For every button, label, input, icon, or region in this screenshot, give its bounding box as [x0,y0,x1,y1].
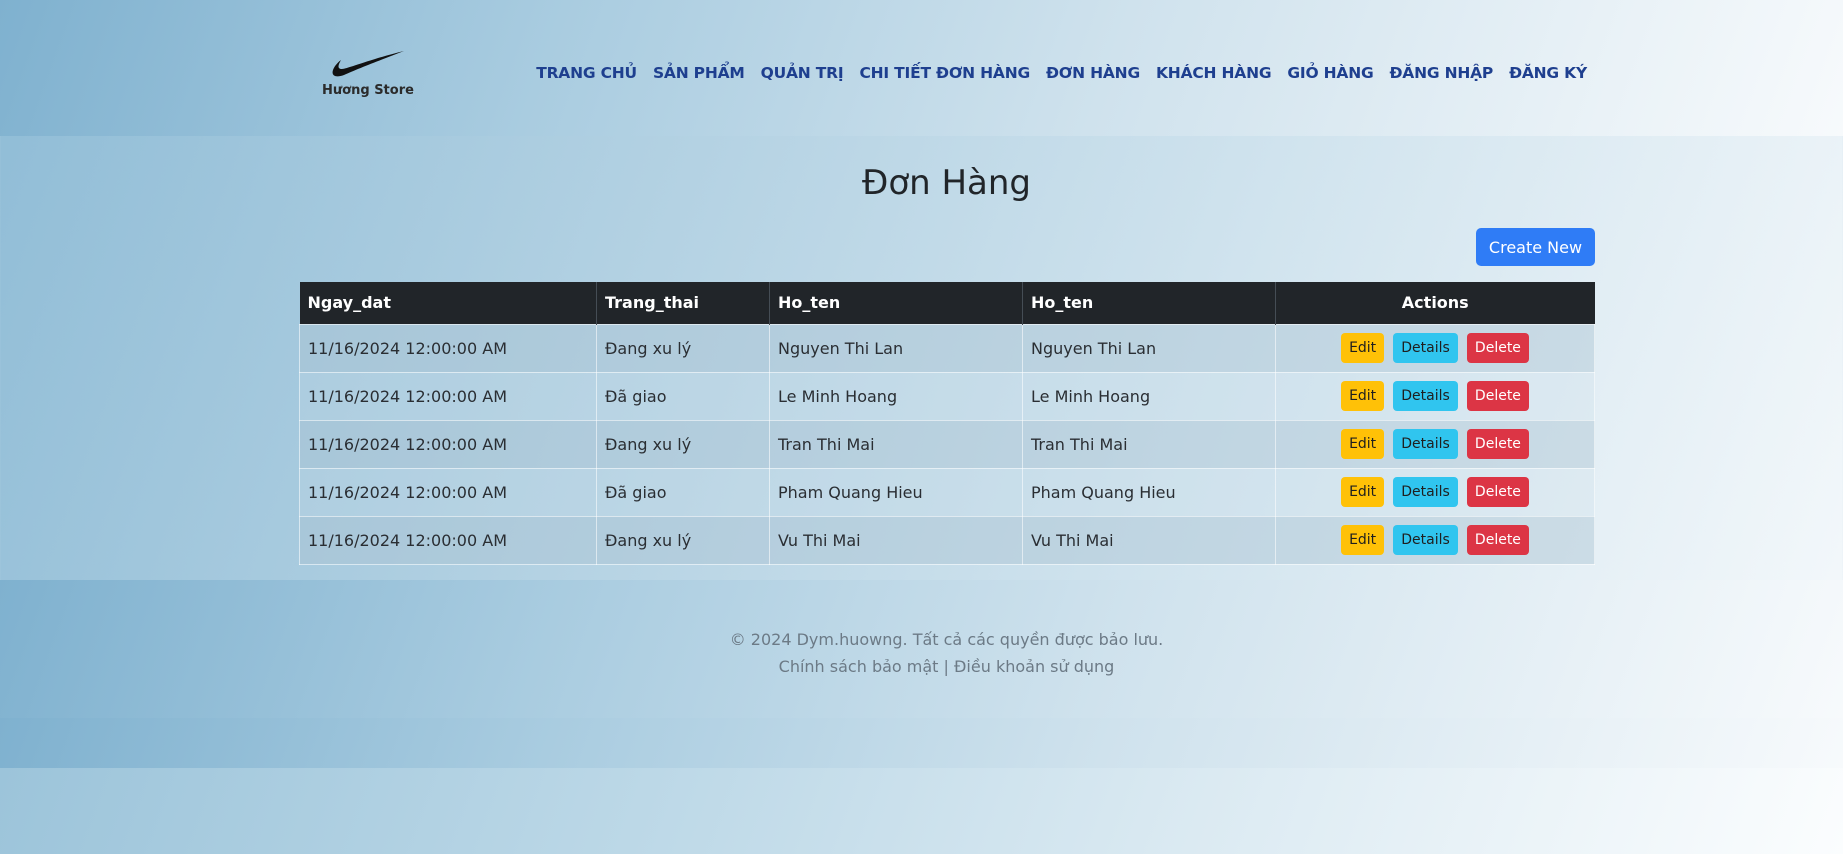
privacy-policy-link[interactable]: Chính sách bảo mật [779,657,939,676]
table-row: 11/16/2024 12:00:00 AM Đã giao Pham Quan… [299,467,1595,517]
cell-ngay-dat: 11/16/2024 12:00:00 AM [299,515,597,565]
nav-register[interactable]: ĐĂNG KÝ [1509,64,1587,82]
nav-login[interactable]: ĐĂNG NHẬP [1390,64,1494,82]
edit-button[interactable]: Edit [1341,477,1385,507]
page-title: Đơn Hàng [861,163,1032,203]
details-button[interactable]: Details [1393,429,1458,459]
cell-trang-thai: Đã giao [596,467,770,517]
column-header-ho-ten: Ho_ten [769,282,1023,324]
delete-button[interactable]: Delete [1466,333,1529,363]
column-header-ho-ten-2: Ho_ten [1022,282,1276,324]
nav-products[interactable]: SẢN PHẨM [653,64,745,82]
edit-button[interactable]: Edit [1341,429,1385,459]
footer-links: Chính sách bảo mật | Điều khoản sử dụng [0,657,1843,676]
nav-order-details[interactable]: CHI TIẾT ĐƠN HÀNG [859,64,1030,82]
cell-ho-ten: Vu Thi Mai [769,515,1023,565]
cell-actions: Edit Details Delete [1275,467,1595,517]
cell-trang-thai: Đang xu lý [596,515,770,565]
brand-logo[interactable]: Hương Store [318,50,418,98]
details-button[interactable]: Details [1393,333,1458,363]
delete-button[interactable]: Delete [1466,429,1529,459]
column-header-actions: Actions [1275,282,1595,324]
cell-ho-ten-2: Vu Thi Mai [1022,515,1276,565]
cell-ho-ten: Pham Quang Hieu [769,467,1023,517]
delete-button[interactable]: Delete [1466,477,1529,507]
table-row: 11/16/2024 12:00:00 AM Đang xu lý Vu Thi… [299,515,1595,565]
cell-ho-ten: Nguyen Thi Lan [769,323,1023,373]
edit-button[interactable]: Edit [1341,333,1385,363]
cell-ho-ten: Tran Thi Mai [769,419,1023,469]
table-row: 11/16/2024 12:00:00 AM Đang xu lý Tran T… [299,419,1595,469]
cell-actions: Edit Details Delete [1275,419,1595,469]
cell-ho-ten-2: Tran Thi Mai [1022,419,1276,469]
cell-ho-ten-2: Le Minh Hoang [1022,371,1276,421]
cell-trang-thai: Đang xu lý [596,323,770,373]
cell-ngay-dat: 11/16/2024 12:00:00 AM [299,371,597,421]
cell-actions: Edit Details Delete [1275,371,1595,421]
orders-table: Ngay_dat Trang_thai Ho_ten Ho_ten Action… [299,282,1595,565]
cell-ho-ten-2: Nguyen Thi Lan [1022,323,1276,373]
delete-button[interactable]: Delete [1466,525,1529,555]
delete-button[interactable]: Delete [1466,381,1529,411]
cell-actions: Edit Details Delete [1275,323,1595,373]
nav-customers[interactable]: KHÁCH HÀNG [1156,64,1272,82]
edit-button[interactable]: Edit [1341,525,1385,555]
bottom-band [0,718,1843,768]
main-nav: TRANG CHỦ SẢN PHẨM QUẢN TRỊ CHI TIẾT ĐƠN… [536,64,1587,82]
table-row: 11/16/2024 12:00:00 AM Đang xu lý Nguyen… [299,323,1595,373]
swoosh-logo-icon [332,51,404,77]
column-header-trang-thai: Trang_thai [596,282,770,324]
cell-ho-ten-2: Pham Quang Hieu [1022,467,1276,517]
table-row: 11/16/2024 12:00:00 AM Đã giao Le Minh H… [299,371,1595,421]
edit-button[interactable]: Edit [1341,381,1385,411]
nav-admin[interactable]: QUẢN TRỊ [761,64,844,82]
create-new-button[interactable]: Create New [1476,228,1595,266]
cell-ngay-dat: 11/16/2024 12:00:00 AM [299,467,597,517]
footer: © 2024 Dym.huowng. Tất cả các quyền được… [0,630,1843,684]
cell-ngay-dat: 11/16/2024 12:00:00 AM [299,419,597,469]
brand-name: Hương Store [322,83,414,98]
nav-orders[interactable]: ĐƠN HÀNG [1046,64,1140,82]
nav-home[interactable]: TRANG CHỦ [536,64,637,82]
cell-ho-ten: Le Minh Hoang [769,371,1023,421]
cell-trang-thai: Đã giao [596,371,770,421]
cell-ngay-dat: 11/16/2024 12:00:00 AM [299,323,597,373]
footer-separator: | [943,657,949,676]
terms-of-use-link[interactable]: Điều khoản sử dụng [954,657,1114,676]
cell-trang-thai: Đang xu lý [596,419,770,469]
column-header-ngay-dat: Ngay_dat [299,282,597,324]
bottom-band-lower [0,768,1843,854]
cell-actions: Edit Details Delete [1275,515,1595,565]
nav-cart[interactable]: GIỎ HÀNG [1287,64,1373,82]
details-button[interactable]: Details [1393,381,1458,411]
details-button[interactable]: Details [1393,525,1458,555]
copyright-text: © 2024 Dym.huowng. Tất cả các quyền được… [729,630,1164,649]
table-header-row: Ngay_dat Trang_thai Ho_ten Ho_ten Action… [299,282,1595,324]
details-button[interactable]: Details [1393,477,1458,507]
